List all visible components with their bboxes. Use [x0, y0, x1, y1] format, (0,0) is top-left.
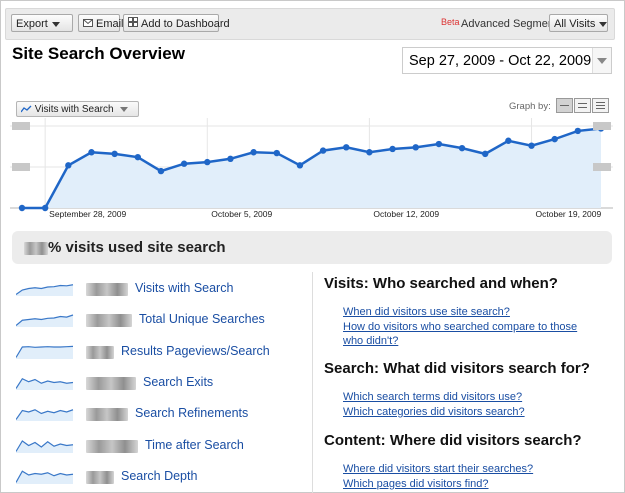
metric-link[interactable]: Results Pageviews/Search	[121, 344, 270, 358]
sparkline	[16, 409, 74, 422]
column-divider	[312, 272, 313, 493]
x-tick-label: October 12, 2009	[373, 209, 439, 219]
graph-metric-dropdown[interactable]: Visits with Search	[16, 101, 139, 117]
x-tick-label: October 5, 2009	[211, 209, 272, 219]
data-point[interactable]	[435, 140, 443, 148]
date-range-picker[interactable]: Sep 27, 2009 - Oct 22, 2009	[402, 47, 612, 74]
data-point[interactable]	[551, 135, 558, 143]
summary-bar: % visits used site search	[12, 231, 612, 264]
section-link[interactable]: Which categories did visitors search?	[343, 405, 525, 419]
redacted-y-tick	[12, 122, 30, 130]
section-link[interactable]: Which pages did visitors find?	[343, 477, 489, 491]
date-range-value: Sep 27, 2009 - Oct 22, 2009	[409, 53, 592, 69]
chevron-down-icon	[599, 21, 608, 27]
sparkline-area	[16, 284, 73, 296]
email-icon	[83, 15, 93, 33]
segments-dropdown[interactable]: All Visits	[549, 14, 608, 32]
metric-link[interactable]: Search Depth	[121, 469, 197, 483]
redacted-y-tick	[593, 122, 611, 130]
data-point[interactable]	[458, 144, 466, 152]
data-point[interactable]	[134, 153, 141, 161]
segments-value: All Visits	[554, 18, 596, 30]
data-point[interactable]	[227, 155, 234, 162]
section-link[interactable]: Where did visitors start their searches?	[343, 462, 533, 476]
data-point[interactable]	[180, 160, 188, 167]
metric-link[interactable]: Time after Search	[145, 438, 244, 452]
data-point[interactable]	[273, 149, 280, 157]
toolbar: Export Email Add to Dashboard Beta Advan…	[5, 8, 615, 40]
sparkline	[16, 377, 74, 390]
email-button[interactable]: Email	[78, 14, 124, 33]
section-heading: Content: Where did visitors search?	[324, 432, 582, 449]
redacted-metric-value	[86, 470, 114, 484]
section-heading: Search: What did visitors search for?	[324, 360, 590, 377]
summary-text: % visits used site search	[24, 239, 226, 256]
metric-link[interactable]: Total Unique Searches	[139, 312, 265, 326]
data-point[interactable]	[389, 145, 396, 153]
data-point[interactable]	[157, 167, 165, 175]
section-heading: Visits: Who searched and when?	[324, 275, 558, 292]
sparkline	[16, 439, 74, 453]
section-link[interactable]: How do visitors who searched compare to …	[343, 320, 577, 334]
redacted-value	[24, 241, 48, 255]
data-point[interactable]	[366, 149, 373, 156]
sparkline-area	[16, 345, 73, 359]
graph-by-week-button[interactable]	[574, 98, 591, 113]
graph-by-label: Graph by:	[509, 101, 551, 112]
add-to-dashboard-button[interactable]: Add to Dashboard	[123, 14, 230, 33]
redacted-metric-value	[86, 376, 136, 390]
page-title: Site Search Overview	[12, 44, 185, 63]
graph-metric-label: Visits with Search	[34, 104, 114, 115]
redacted-metric-value	[86, 345, 114, 359]
redacted-metric-value	[86, 283, 128, 296]
data-point[interactable]	[111, 150, 118, 158]
chevron-down-icon[interactable]	[592, 48, 611, 73]
data-point[interactable]	[505, 137, 512, 144]
section-link[interactable]: Which search terms did visitors use?	[343, 390, 522, 404]
graph-by-month-button[interactable]	[592, 98, 609, 113]
data-point[interactable]	[41, 204, 49, 212]
dashboard-icon	[128, 15, 138, 33]
email-label: Email	[96, 18, 124, 30]
data-point[interactable]	[65, 162, 72, 169]
data-point[interactable]	[574, 127, 582, 135]
chevron-down-icon	[51, 21, 60, 27]
data-point[interactable]	[343, 144, 350, 151]
sparkline	[16, 284, 74, 296]
beta-badge: Beta	[441, 17, 460, 27]
dashboard-label: Add to Dashboard	[141, 18, 230, 30]
sparkline	[16, 470, 74, 484]
redacted-y-tick	[12, 163, 30, 171]
data-point[interactable]	[250, 149, 257, 156]
series-area	[22, 128, 601, 208]
section-link[interactable]: who didn't?	[343, 334, 398, 348]
data-point[interactable]	[319, 147, 327, 154]
metric-link[interactable]: Visits with Search	[135, 281, 233, 295]
redacted-y-tick	[593, 163, 611, 171]
visits-chart: September 28, 2009 October 5, 2009 October…	[10, 118, 613, 219]
data-point[interactable]	[296, 162, 304, 169]
redacted-metric-value	[86, 408, 128, 422]
sparkline	[16, 345, 74, 359]
data-point[interactable]	[204, 158, 211, 166]
section-link[interactable]: When did visitors use site search?	[343, 305, 510, 319]
data-point[interactable]	[88, 149, 95, 156]
sparkline	[16, 314, 74, 328]
data-point[interactable]	[482, 150, 489, 158]
data-point[interactable]	[528, 142, 535, 149]
line-chart-icon	[20, 104, 32, 115]
x-tick-label: October 19, 2009	[536, 209, 602, 219]
data-point[interactable]	[412, 144, 419, 151]
export-button[interactable]: Export	[11, 14, 73, 32]
metric-link[interactable]: Search Exits	[143, 375, 213, 389]
export-label: Export	[16, 18, 48, 30]
summary-label: % visits used site search	[48, 239, 226, 256]
chevron-down-icon	[120, 106, 129, 112]
redacted-metric-value	[86, 439, 138, 453]
redacted-metric-value	[86, 314, 132, 328]
data-point[interactable]	[18, 204, 26, 212]
graph-by-day-button[interactable]	[556, 98, 573, 113]
metric-link[interactable]: Search Refinements	[135, 406, 248, 420]
x-tick-label: September 28, 2009	[49, 209, 126, 219]
